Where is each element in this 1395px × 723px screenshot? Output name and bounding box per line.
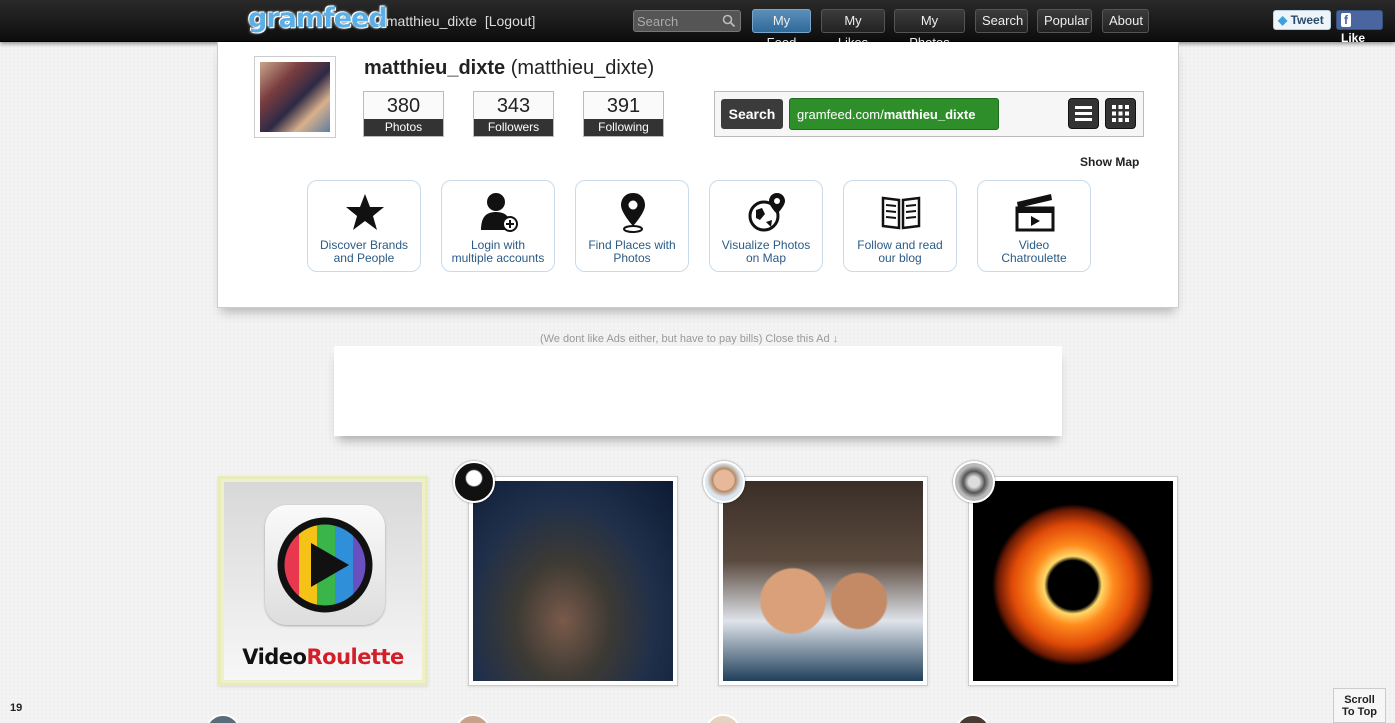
- avatar-image: [260, 62, 330, 132]
- tile-label-line2: multiple accounts: [451, 251, 545, 265]
- feed-photo[interactable]: [968, 476, 1178, 686]
- feed-photo[interactable]: [468, 476, 678, 686]
- video-roulette-app-icon: [265, 505, 385, 625]
- tile-visualize-map[interactable]: Visualize Photos on Map: [709, 180, 823, 272]
- tile-label-line1: Discover Brands: [319, 238, 409, 252]
- facebook-icon: f: [1341, 13, 1351, 27]
- stat-photos[interactable]: 380 Photos: [363, 91, 444, 137]
- nav-popular[interactable]: Popular: [1037, 9, 1092, 33]
- ad-banner[interactable]: [334, 346, 1062, 436]
- list-view-button[interactable]: [1068, 98, 1099, 129]
- nav-my-photos[interactable]: My Photos: [894, 9, 965, 50]
- top-navigation-bar: gramfeed /matthieu_dixte [Logout] My Fee…: [0, 0, 1395, 50]
- show-map-link[interactable]: Show Map: [1080, 155, 1139, 169]
- stat-photos-label: Photos: [364, 119, 443, 136]
- nav-my-likes[interactable]: My Likes: [821, 9, 885, 50]
- tile-label-line1: Login with: [470, 238, 526, 252]
- tile-label-line1: Visualize Photos: [721, 238, 811, 252]
- star-icon: [346, 194, 384, 230]
- tile-label-line1: Video: [1018, 238, 1050, 252]
- wordmark-roulette: Roulette: [306, 645, 404, 669]
- page-count: 19: [10, 702, 23, 714]
- profile-search-box: Search gramfeed.com/matthieu_dixte: [714, 91, 1144, 137]
- user-avatar-badge[interactable]: [705, 714, 741, 723]
- play-wheel-icon: [277, 517, 373, 613]
- tile-video-chatroulette[interactable]: Video Chatroulette: [977, 180, 1091, 272]
- stat-following-count: 391: [606, 95, 641, 117]
- gramfeed-logo[interactable]: gramfeed: [248, 3, 388, 34]
- stat-followers-count: 343: [496, 95, 531, 117]
- user-line: / matthieu_dixte [Logout]: [378, 13, 535, 29]
- profile-card: matthieu_dixte (matthieu_dixte) 380 Phot…: [217, 42, 1179, 308]
- video-roulette-promo[interactable]: VideoRoulette: [218, 476, 428, 686]
- avatar[interactable]: [254, 56, 336, 138]
- user-avatar-badge[interactable]: [455, 714, 491, 723]
- profile-fullname: (matthieu_dixte): [510, 57, 655, 79]
- logout-link[interactable]: [Logout]: [485, 13, 536, 29]
- scroll-top-line2: To Top: [1341, 706, 1378, 718]
- user-avatar-badge[interactable]: [703, 461, 745, 503]
- url-user: matthieu_dixte: [883, 107, 976, 122]
- user-avatar-badge[interactable]: [953, 461, 995, 503]
- feed-photo-image: [723, 481, 923, 681]
- nav-about[interactable]: About: [1102, 9, 1149, 33]
- tile-label-line1: Follow and read: [857, 238, 943, 252]
- nav-search-box: [633, 10, 741, 32]
- like-label: Like: [1341, 31, 1366, 45]
- scroll-top-line1: Scroll: [1344, 694, 1375, 706]
- close-ad-link[interactable]: (We dont like Ads either, but have to pa…: [540, 333, 838, 345]
- feed-photo[interactable]: [718, 476, 928, 686]
- tile-blog[interactable]: Follow and read our blog: [843, 180, 957, 272]
- tile-label-line2: Chatroulette: [1001, 251, 1067, 265]
- tile-label-line2: and People: [333, 251, 395, 265]
- tile-label-line2: our blog: [878, 251, 922, 265]
- tile-discover-brands[interactable]: Discover Brands and People: [307, 180, 421, 272]
- profile-username: matthieu_dixte: [364, 57, 506, 79]
- tile-login-multiple[interactable]: Login with multiple accounts: [441, 180, 555, 272]
- user-avatar-badge[interactable]: [205, 714, 241, 723]
- search-icon[interactable]: [722, 14, 736, 28]
- nav-my-feed[interactable]: My Feed: [752, 9, 811, 50]
- nav-search[interactable]: Search: [975, 9, 1028, 33]
- profile-url-field[interactable]: gramfeed.com/matthieu_dixte: [789, 98, 999, 130]
- profile-search-button[interactable]: Search: [721, 99, 783, 129]
- current-username[interactable]: matthieu_dixte: [386, 13, 477, 29]
- list-view-icon: [1075, 106, 1092, 121]
- add-user-icon: [481, 193, 518, 232]
- tile-label-line2: on Map: [745, 251, 787, 265]
- twitter-bird-icon: ◆: [1278, 13, 1288, 27]
- url-prefix: gramfeed.com/: [797, 107, 884, 122]
- tile-label-line1: Find Places with: [588, 238, 676, 252]
- wordmark-video: Video: [242, 645, 307, 669]
- nav-search-input[interactable]: [634, 11, 714, 31]
- separator: /: [378, 13, 382, 29]
- feed-photo-image: [473, 481, 673, 681]
- video-roulette-wordmark: VideoRoulette: [224, 645, 422, 669]
- stat-following-label: Following: [584, 119, 663, 136]
- tweet-label: Tweet: [1290, 13, 1324, 27]
- map-pin-icon: [621, 193, 645, 233]
- scroll-to-top-button[interactable]: Scroll To Top: [1333, 688, 1386, 723]
- globe-pin-icon: [748, 193, 785, 232]
- promo-image: VideoRoulette: [224, 482, 422, 680]
- stat-followers-label: Followers: [474, 119, 553, 136]
- stat-followers[interactable]: 343 Followers: [473, 91, 554, 137]
- grid-view-icon: [1112, 105, 1129, 122]
- stat-photos-count: 380: [386, 95, 421, 117]
- profile-name: matthieu_dixte (matthieu_dixte): [364, 57, 654, 80]
- feed-photo-image: [973, 481, 1173, 681]
- grid-view-button[interactable]: [1105, 98, 1136, 129]
- stat-following[interactable]: 391 Following: [583, 91, 664, 137]
- facebook-like-button[interactable]: f Like: [1336, 10, 1383, 45]
- user-avatar-badge[interactable]: [955, 714, 991, 723]
- user-avatar-badge[interactable]: [453, 461, 495, 503]
- tile-find-places[interactable]: Find Places with Photos: [575, 180, 689, 272]
- tile-label-line2: Photos: [613, 251, 651, 265]
- clapperboard-icon: [1015, 194, 1055, 232]
- open-book-icon: [881, 196, 921, 230]
- tweet-button[interactable]: ◆ Tweet: [1273, 10, 1331, 30]
